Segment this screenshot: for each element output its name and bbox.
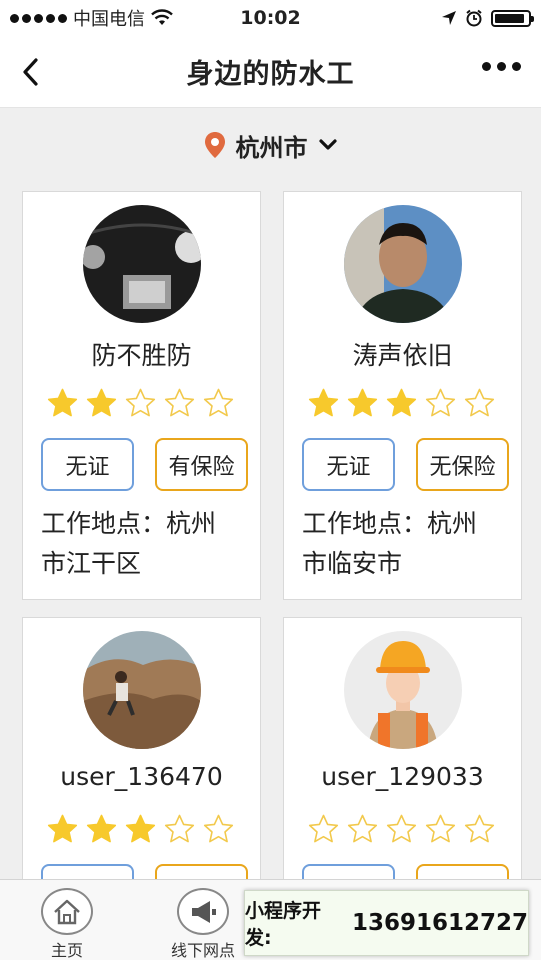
- star-empty-icon: [125, 388, 156, 417]
- star-empty-icon: [203, 388, 234, 417]
- back-icon[interactable]: [14, 54, 50, 90]
- worker-name: 涛声依旧: [352, 341, 453, 370]
- status-left: 中国电信: [10, 5, 173, 31]
- star-filled-icon: [347, 388, 378, 417]
- star-empty-icon: [425, 388, 456, 417]
- star-empty-icon: [308, 814, 339, 843]
- worker-card[interactable]: user_129033: [283, 617, 522, 917]
- status-bar: 中国电信 10:02: [0, 0, 541, 36]
- worker-card[interactable]: user_136470: [22, 617, 261, 917]
- status-right: [441, 9, 534, 27]
- worker-avatar: [83, 205, 201, 323]
- star-empty-icon: [347, 814, 378, 843]
- rating-stars: [308, 814, 495, 844]
- star-empty-icon: [425, 814, 456, 843]
- star-filled-icon: [47, 388, 78, 417]
- tab-home[interactable]: 主页: [40, 880, 94, 960]
- star-filled-icon: [86, 814, 117, 843]
- insurance-badge: 无保险: [416, 438, 509, 491]
- worker-avatar: [344, 205, 462, 323]
- work-location-label: 工作地点：: [41, 509, 167, 538]
- worker-name: 防不胜防: [91, 341, 192, 370]
- location-arrow-icon: [442, 11, 456, 25]
- city-selector[interactable]: 杭州市: [0, 118, 541, 172]
- megaphone-icon: [177, 888, 229, 935]
- star-filled-icon: [125, 814, 156, 843]
- star-filled-icon: [86, 388, 117, 417]
- promo-label: 小程序开发:: [245, 900, 322, 949]
- promo-phone: 13691612727: [351, 910, 528, 936]
- worker-avatar: [344, 631, 462, 749]
- rating-stars: [47, 814, 234, 844]
- battery-icon: [491, 9, 534, 27]
- star-empty-icon: [386, 814, 417, 843]
- more-options-icon[interactable]: [482, 62, 521, 71]
- star-empty-icon: [464, 814, 495, 843]
- alarm-clock-icon: [466, 9, 482, 27]
- worker-card[interactable]: 涛声依旧 无证 无保险 工作地点：杭州市临安市: [283, 191, 522, 600]
- navigation-bar: 身边的防水工: [0, 36, 541, 108]
- page-title: 身边的防水工: [186, 59, 355, 90]
- screen: 中国电信 10:02 身边的防水工 杭州市 防不胜防 无证 有保险 工作地点：杭…: [0, 0, 541, 960]
- home-icon: [41, 888, 93, 935]
- worker-name: user_136470: [60, 762, 223, 791]
- location-pin-icon: [204, 132, 225, 158]
- work-location: 工作地点：杭州市临安市: [302, 504, 502, 584]
- insurance-badge: 有保险: [155, 438, 248, 491]
- worker-avatar: [83, 631, 201, 749]
- star-filled-icon: [47, 814, 78, 843]
- certificate-badge: 无证: [41, 438, 134, 491]
- chevron-down-icon: [318, 139, 337, 150]
- star-empty-icon: [203, 814, 234, 843]
- work-location-label: 工作地点：: [302, 509, 428, 538]
- work-location: 工作地点：杭州市江干区: [41, 504, 241, 584]
- tab-label: 主页: [50, 941, 83, 960]
- promo-banner[interactable]: 小程序开发: 13691612727: [244, 890, 529, 956]
- star-empty-icon: [464, 388, 495, 417]
- star-filled-icon: [386, 388, 417, 417]
- tab-label: 线下网点: [170, 941, 235, 960]
- worker-card[interactable]: 防不胜防 无证 有保险 工作地点：杭州市江干区: [22, 191, 261, 600]
- wifi-icon: [151, 9, 173, 25]
- city-name: 杭州市: [235, 133, 308, 162]
- signal-dots-icon: [10, 13, 67, 23]
- star-empty-icon: [164, 388, 195, 417]
- rating-stars: [308, 388, 495, 418]
- carrier-name: 中国电信: [73, 9, 145, 30]
- certificate-badge: 无证: [302, 438, 395, 491]
- star-filled-icon: [308, 388, 339, 417]
- worker-name: user_129033: [321, 762, 484, 791]
- tab-offline-outlets[interactable]: 线下网点: [166, 880, 240, 960]
- star-empty-icon: [164, 814, 195, 843]
- rating-stars: [47, 388, 234, 418]
